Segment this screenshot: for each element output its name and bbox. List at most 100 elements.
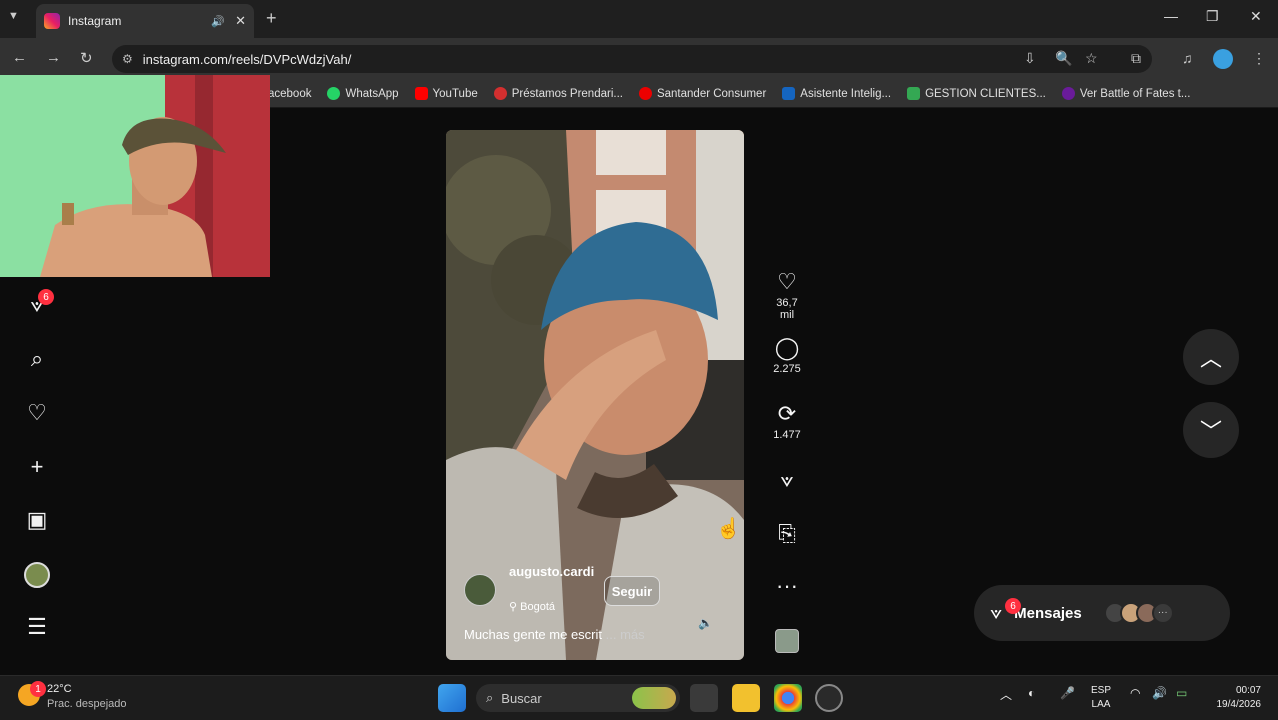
audio-track-thumbnail[interactable] xyxy=(775,629,799,653)
comment-action[interactable]: ◯ 2.275 xyxy=(768,336,806,376)
like-action[interactable]: ♡ 36,7 mil xyxy=(768,270,806,322)
menu-hamburger-icon[interactable]: ☰ xyxy=(24,614,50,640)
reel-caption: Muchas gente me escrit ... más xyxy=(464,627,645,642)
bookmark-label: Préstamos Prendari... xyxy=(511,87,623,100)
browser-tab[interactable]: Instagram 🔊 ✕ xyxy=(36,4,254,38)
asistente-icon xyxy=(782,87,796,100)
caption-more-link[interactable]: ... más xyxy=(606,627,645,642)
clock[interactable]: 00:07 19/4/2026 xyxy=(1205,684,1262,712)
heart-icon[interactable]: ♡ xyxy=(24,400,50,426)
zoom-icon[interactable]: 🔍 xyxy=(1055,50,1072,67)
language-top: ESP xyxy=(1091,685,1112,696)
mute-toggle-icon[interactable]: 🔈 xyxy=(698,616,713,630)
weather-desc[interactable]: Prac. despejado xyxy=(47,698,127,710)
tray-app-icon[interactable]: ◐ xyxy=(1028,686,1035,700)
more-dots-icon[interactable]: ··· xyxy=(768,574,806,598)
taskbar-search[interactable]: ⌕ Buscar xyxy=(476,684,680,712)
bookmark-whatsapp[interactable]: WhatsApp xyxy=(327,87,399,100)
author-location[interactable]: ⚲ Bogotá xyxy=(509,600,555,613)
save-action[interactable]: ⎘ xyxy=(768,522,806,546)
microphone-icon[interactable]: 🎤 xyxy=(1060,686,1075,700)
reload-button[interactable]: ↻ xyxy=(80,49,93,67)
bookmark-battle[interactable]: Ver Battle of Fates t... xyxy=(1061,87,1191,100)
windows-start-icon[interactable] xyxy=(438,684,466,712)
bookmark-prestamos[interactable]: Préstamos Prendari... xyxy=(493,87,623,100)
direct-message-icon: ⟇ xyxy=(990,601,1003,624)
profile-avatar-sidebar[interactable] xyxy=(24,562,50,588)
bookmark-label: Asistente Intelig... xyxy=(800,87,892,100)
dashboard-chart-icon[interactable]: ▣ xyxy=(24,507,50,533)
repost-action[interactable]: ⟳ 1.477 xyxy=(768,402,806,442)
profile-avatar[interactable] xyxy=(1213,49,1233,69)
chevron-up-icon: ︿ xyxy=(1199,346,1222,371)
instagram-favicon-icon xyxy=(44,13,60,29)
language-indicator[interactable]: ESP LAA xyxy=(1091,684,1111,712)
forward-button[interactable]: → xyxy=(46,49,61,66)
extensions-icon[interactable]: ⧉ xyxy=(1131,50,1141,67)
likes-count: 36,7 mil xyxy=(776,297,798,321)
whatsapp-icon xyxy=(327,87,341,100)
weather-badge: 1 xyxy=(30,681,46,697)
bookmark-santander[interactable]: Santander Consumer xyxy=(638,87,766,100)
bookmark-label: Ver Battle of Fates t... xyxy=(1079,87,1191,100)
battle-icon xyxy=(1061,87,1075,100)
more-options[interactable]: ··· xyxy=(768,574,806,598)
author-username[interactable]: augusto.cardi xyxy=(509,563,594,581)
restore-window-button[interactable]: ❐ xyxy=(1206,8,1219,25)
bookmark-label: acebook xyxy=(268,87,312,100)
chevron-down-icon: ﹀ xyxy=(1199,419,1222,444)
comment-icon[interactable]: ◯ xyxy=(768,336,806,360)
sheets-icon xyxy=(907,87,921,100)
bookmark-gestion[interactable]: GESTION CLIENTES... xyxy=(907,87,1046,100)
file-explorer-icon[interactable] xyxy=(732,684,760,712)
obs-recorder-icon[interactable] xyxy=(815,684,843,712)
prestamos-icon xyxy=(493,87,507,100)
new-tab-button[interactable]: + xyxy=(266,8,277,29)
tab-close-icon[interactable]: ✕ xyxy=(235,13,246,29)
browser-menu-icon[interactable]: ⋮ xyxy=(1252,50,1266,67)
weather-temp[interactable]: 22°C xyxy=(47,683,72,695)
search-icon[interactable]: ⌕ xyxy=(24,346,50,372)
search-icon: ⌕ xyxy=(486,690,494,705)
bookmark-save-icon[interactable]: ⎘ xyxy=(768,522,806,546)
site-info-icon[interactable]: ⚙ xyxy=(122,52,133,66)
tab-audio-icon[interactable]: 🔊 xyxy=(211,15,225,28)
battery-icon[interactable]: ▭ xyxy=(1176,686,1187,700)
next-reel-button[interactable]: ﹀ xyxy=(1183,402,1239,458)
media-control-icon[interactable]: ♫ xyxy=(1182,50,1193,66)
author-avatar[interactable] xyxy=(464,574,496,606)
bookmark-label: WhatsApp xyxy=(345,87,399,100)
close-window-button[interactable]: ✕ xyxy=(1250,8,1262,25)
clock-time: 00:07 xyxy=(1235,685,1261,696)
youtube-icon xyxy=(414,87,428,100)
location-text: Bogotá xyxy=(520,601,555,613)
notifications-badge: 6 xyxy=(38,289,54,305)
chrome-icon[interactable] xyxy=(774,684,802,712)
install-app-icon[interactable]: ⇩ xyxy=(1024,50,1036,67)
bookmark-asistente[interactable]: Asistente Intelig... xyxy=(782,87,891,100)
tray-overflow-icon[interactable]: ︿ xyxy=(1000,686,1012,703)
bookmark-star-icon[interactable]: ☆ xyxy=(1085,50,1098,67)
wifi-icon[interactable]: ◠ xyxy=(1130,686,1140,700)
volume-icon[interactable]: 🔊 xyxy=(1152,686,1167,700)
caption-text: Muchas gente me escrit xyxy=(464,627,603,642)
heart-like-icon[interactable]: ♡ xyxy=(768,270,806,294)
search-label: Buscar xyxy=(501,690,542,706)
share-send-icon[interactable]: ⟇ xyxy=(768,468,806,492)
previous-reel-button[interactable]: ︿ xyxy=(1183,329,1239,385)
follow-button[interactable]: Seguir xyxy=(604,576,660,606)
bookmark-facebook[interactable]: acebook xyxy=(268,88,311,100)
bookmark-youtube[interactable]: YouTube xyxy=(414,87,478,100)
messages-label: Mensajes xyxy=(1014,604,1082,622)
address-bar[interactable]: ⚙ instagram.com/reels/DVPcWdzjVah/ xyxy=(112,45,1152,73)
microsoft-store-icon[interactable] xyxy=(690,684,718,712)
create-plus-icon[interactable]: + xyxy=(24,454,50,480)
back-button[interactable]: ← xyxy=(12,49,27,66)
reel-video[interactable]: augusto.cardi ⚲ Bogotá Seguir Muchas gen… xyxy=(446,130,744,660)
santander-icon xyxy=(638,87,652,100)
share-action[interactable]: ⟇ xyxy=(768,468,806,492)
minimize-window-button[interactable]: — xyxy=(1164,8,1178,24)
messages-badge: 6 xyxy=(1005,598,1021,614)
tab-search-menu-icon[interactable]: ▼ xyxy=(8,10,19,22)
repost-icon[interactable]: ⟳ xyxy=(768,402,806,426)
